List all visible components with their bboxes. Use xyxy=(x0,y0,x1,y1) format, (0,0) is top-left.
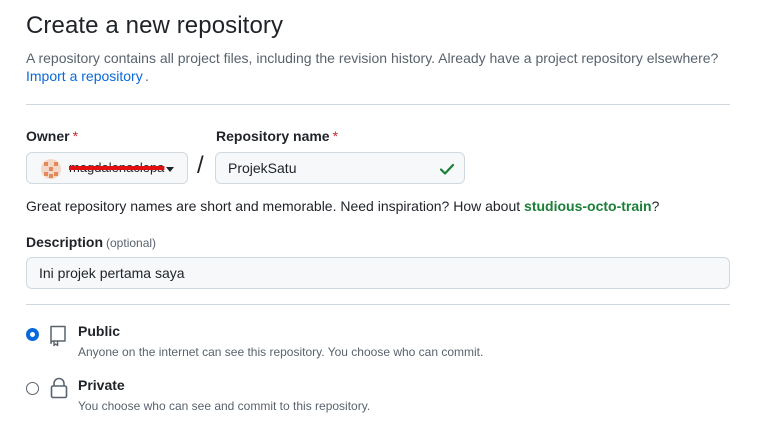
private-title: Private xyxy=(78,377,125,393)
repository-name-label-text: Repository name xyxy=(216,128,330,144)
page-description: A repository contains all project files,… xyxy=(26,50,719,66)
owner-dropdown[interactable]: magdalenaclepa xyxy=(26,152,188,184)
hint-text: Great repository names are short and mem… xyxy=(26,198,525,214)
import-repository-link[interactable]: Import a repository xyxy=(26,68,143,84)
repository-name-label: Repository name * xyxy=(216,128,338,144)
repository-name-required-mark: * xyxy=(332,128,339,144)
section-divider-top xyxy=(26,104,730,105)
repo-icon xyxy=(50,325,66,347)
owner-repo-separator: / xyxy=(197,152,204,179)
hint-suffix: ? xyxy=(651,198,660,214)
owner-required-mark: * xyxy=(72,128,79,144)
owner-label-text: Owner xyxy=(26,128,70,144)
public-title: Public xyxy=(78,323,121,339)
check-icon xyxy=(439,163,455,175)
repository-name-value: ProjekSatu xyxy=(228,160,297,176)
section-divider-bottom xyxy=(26,304,730,305)
name-suggestion-link[interactable]: studious-octo-train xyxy=(524,198,652,214)
chevron-down-icon xyxy=(166,167,174,172)
public-description: Anyone on the internet can see this repo… xyxy=(78,345,484,359)
private-description: You choose who can see and commit to thi… xyxy=(78,399,371,413)
page-title: Create a new repository xyxy=(26,12,284,39)
lock-icon xyxy=(50,377,68,399)
description-label-text: Description xyxy=(26,234,104,250)
description-label: Description (optional) xyxy=(26,234,156,250)
description-value: Ini projek pertama saya xyxy=(39,265,185,281)
public-radio[interactable] xyxy=(26,328,39,341)
owner-name: magdalenaclepa xyxy=(69,160,165,175)
avatar xyxy=(41,159,61,179)
repository-name-input[interactable]: ProjekSatu xyxy=(215,152,465,184)
owner-label: Owner * xyxy=(26,128,78,144)
repository-name-hint: Great repository names are short and mem… xyxy=(26,198,659,214)
description-input[interactable]: Ini projek pertama saya xyxy=(26,257,730,289)
private-radio[interactable] xyxy=(26,382,39,395)
import-link-suffix: . xyxy=(145,68,149,84)
optional-tag: (optional) xyxy=(106,236,157,250)
